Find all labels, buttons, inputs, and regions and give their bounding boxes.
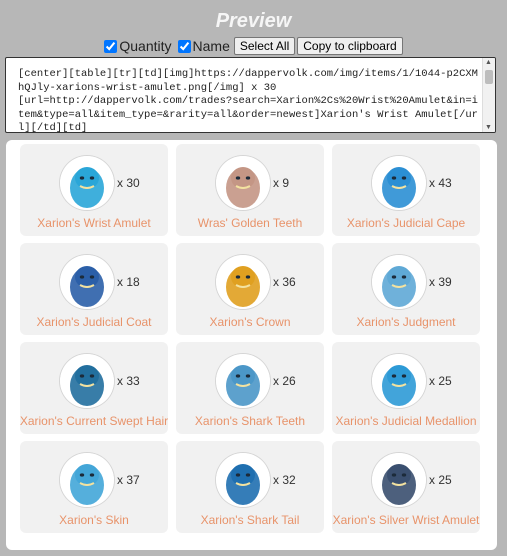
items-grid: x 30 Xarion's Wrist Amulet x 9 Wras' Golde…	[6, 140, 497, 550]
item-cell: x 33 Xarion's Current Swept Hair	[20, 342, 168, 434]
page-title: Preview	[215, 10, 292, 32]
silver-wrist-amulet-icon	[372, 453, 426, 507]
name-toggle[interactable]: Name	[177, 38, 230, 54]
scroll-down-icon[interactable]: ▼	[485, 124, 492, 131]
shark-tail-icon	[216, 453, 270, 507]
item-cell: x 37 Xarion's Skin	[20, 441, 168, 533]
item-quantity: x 43	[429, 176, 452, 190]
judicial-coat-icon	[60, 255, 114, 309]
item-name: Xarion's Wrist Amulet	[37, 216, 151, 230]
item-quantity: x 36	[273, 275, 296, 289]
item-cell: x 18 Xarion's Judicial Coat	[20, 243, 168, 335]
medallion-icon	[372, 354, 426, 408]
item-cell: x 39 Xarion's Judgment	[332, 243, 480, 335]
item-cell: x 9 Wras' Golden Teeth	[176, 144, 324, 236]
bbcode-textarea[interactable]: [center][table][tr][td][img]https://dapp…	[5, 57, 496, 133]
quantity-label: Quantity	[119, 38, 172, 54]
skin-icon	[60, 453, 114, 507]
item-quantity: x 30	[117, 176, 140, 190]
quantity-checkbox[interactable]	[104, 39, 118, 53]
golden-teeth-icon	[216, 156, 270, 210]
item-name: Xarion's Shark Teeth	[194, 414, 306, 428]
item-quantity: x 39	[429, 275, 452, 289]
copy-to-clipboard-button[interactable]: Copy to clipboard	[297, 37, 403, 55]
swept-hair-icon	[60, 354, 114, 408]
item-quantity: x 18	[117, 275, 140, 289]
item-quantity: x 33	[117, 374, 140, 388]
select-all-button[interactable]: Select All	[233, 37, 296, 55]
item-cell: x 43 Xarion's Judicial Cape	[332, 144, 480, 236]
item-cell: x 30 Xarion's Wrist Amulet	[20, 144, 168, 236]
item-quantity: x 26	[273, 374, 296, 388]
item-name: Xarion's Judicial Coat	[36, 315, 152, 329]
item-cell: x 32 Xarion's Shark Tail	[176, 441, 324, 533]
item-cell: x 25 Xarion's Judicial Medallion	[332, 342, 480, 434]
judicial-cape-icon	[372, 156, 426, 210]
quantity-toggle[interactable]: Quantity	[104, 38, 172, 54]
item-quantity: x 37	[117, 473, 140, 487]
item-name: Wras' Golden Teeth	[197, 216, 303, 230]
textarea-scrollbar[interactable]: ▲ ▼	[482, 58, 495, 132]
scroll-up-icon[interactable]: ▲	[485, 59, 492, 66]
scroll-thumb[interactable]	[485, 70, 493, 84]
item-quantity: x 25	[429, 374, 452, 388]
item-cell: x 26 Xarion's Shark Teeth	[176, 342, 324, 434]
item-name: Xarion's Shark Tail	[200, 513, 300, 527]
crown-icon	[216, 255, 270, 309]
item-name: Xarion's Judgment	[356, 315, 456, 329]
item-cell: x 36 Xarion's Crown	[176, 243, 324, 335]
judgment-icon	[372, 255, 426, 309]
shark-teeth-icon	[216, 354, 270, 408]
item-quantity: x 9	[273, 176, 290, 190]
bbcode-text[interactable]: [center][table][tr][td][img]https://dapp…	[18, 68, 479, 132]
options-bar: Quantity Name Select All Copy to clipboa…	[0, 37, 507, 55]
item-name: Xarion's Skin	[59, 513, 129, 527]
item-name: Xarion's Crown	[209, 315, 291, 329]
item-name: Xarion's Current Swept Hair	[19, 414, 169, 428]
item-name: Xarion's Silver Wrist Amulet	[332, 513, 480, 527]
name-checkbox[interactable]	[177, 39, 191, 53]
item-quantity: x 32	[273, 473, 296, 487]
name-label: Name	[192, 38, 230, 54]
item-name: Xarion's Judicial Cape	[346, 216, 466, 230]
item-name: Xarion's Judicial Medallion	[335, 414, 477, 428]
item-cell: x 25 Xarion's Silver Wrist Amulet	[332, 441, 480, 533]
wrist-amulet-icon	[60, 156, 114, 210]
item-quantity: x 25	[429, 473, 452, 487]
